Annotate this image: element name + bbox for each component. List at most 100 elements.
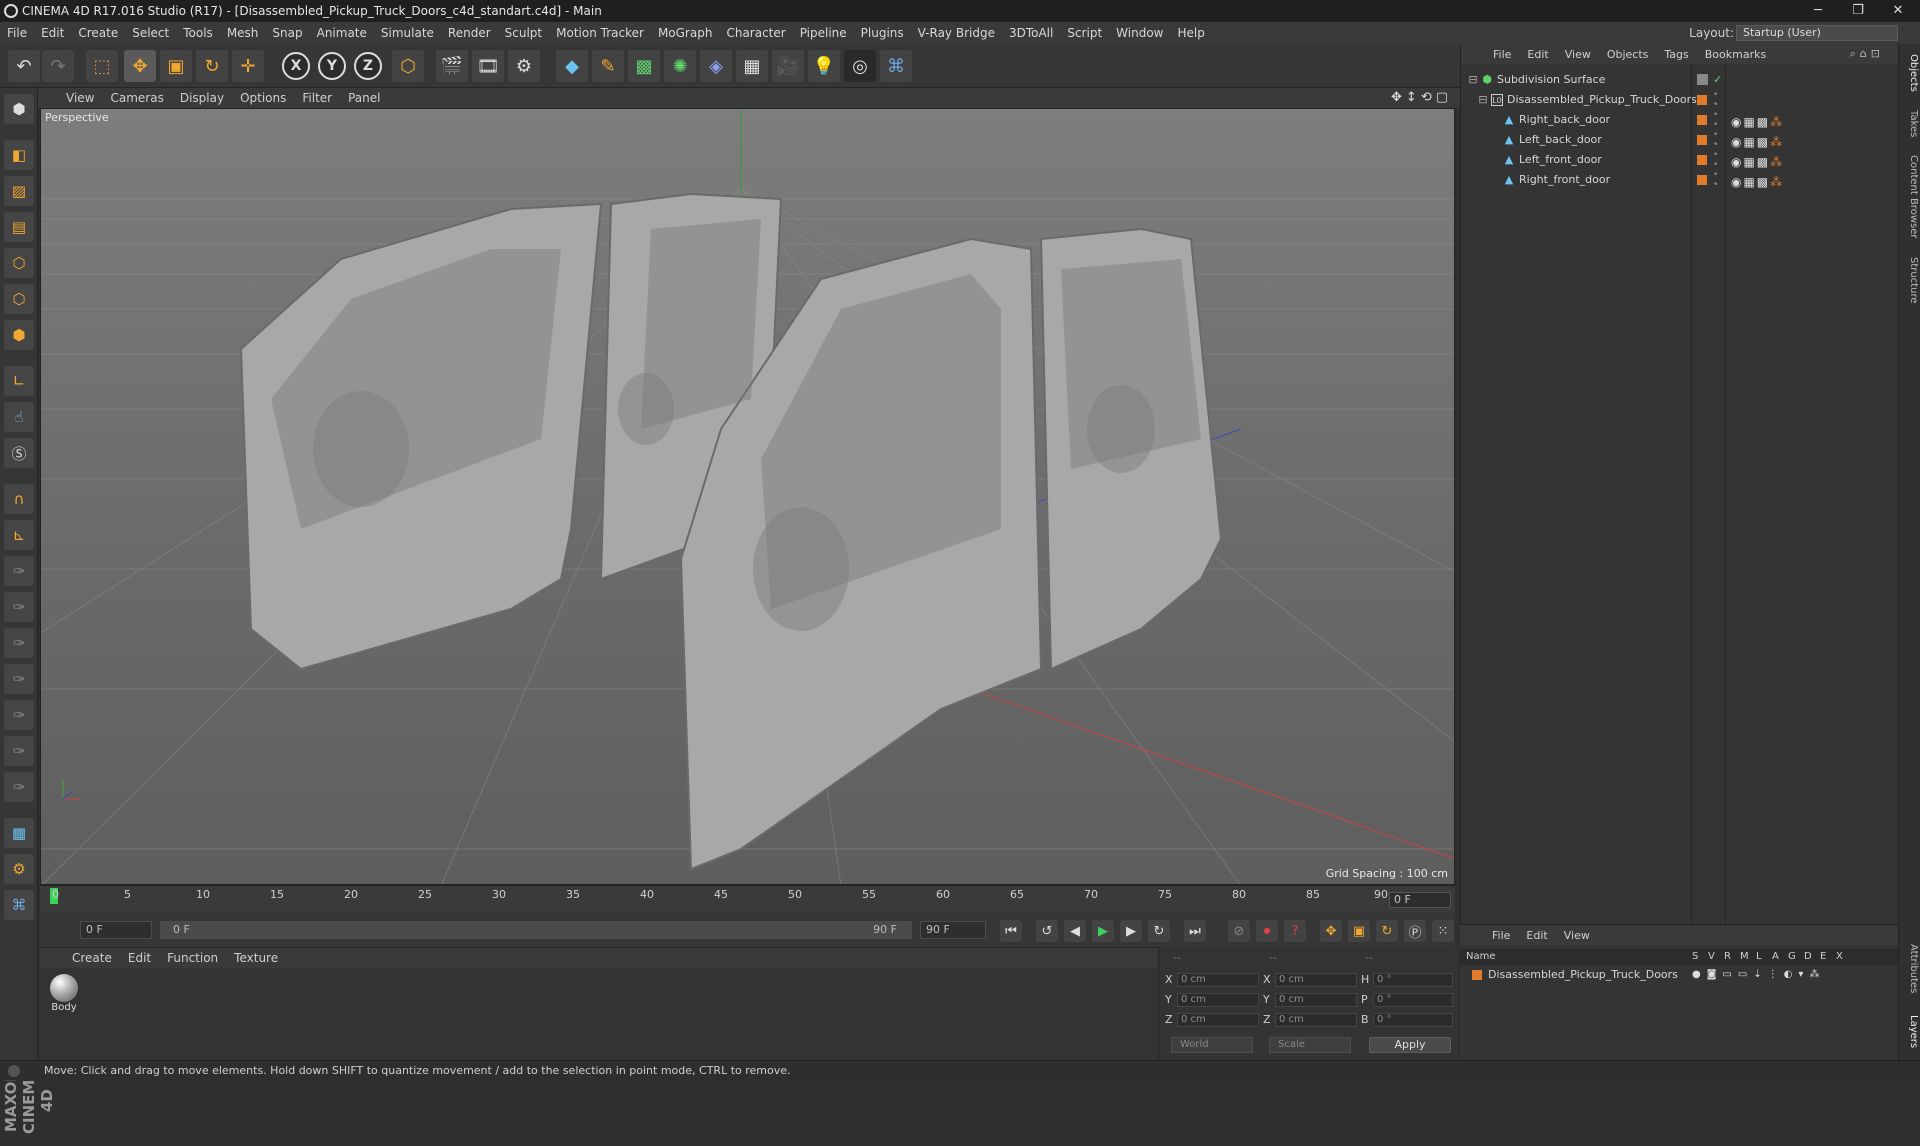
previous-frame-icon[interactable]: ◀ [1064, 920, 1086, 942]
key-parameter-icon[interactable]: Ⓟ [1404, 920, 1426, 942]
edges-mode-icon[interactable]: ⬡ [4, 284, 34, 314]
layer-menu-view[interactable]: View [1556, 926, 1598, 946]
menu-help[interactable]: Help [1170, 22, 1211, 44]
tab-objects[interactable]: Objects [1901, 48, 1919, 98]
viewport-menu-cameras[interactable]: Cameras [102, 88, 171, 108]
object-tags[interactable]: ◉▦▩⁂ [1731, 152, 1784, 169]
redo-icon[interactable]: ↷ [42, 50, 74, 82]
keyframe-mode-icon[interactable]: ⊘ [1228, 920, 1250, 942]
object-row[interactable]: ▲ Right_front_door • • ◉▦▩⁂ [1461, 170, 1899, 190]
menu-simulate[interactable]: Simulate [374, 22, 441, 44]
key-rotation-icon[interactable]: ↻ [1376, 920, 1398, 942]
light-icon[interactable]: 💡 [808, 50, 840, 82]
menu-render[interactable]: Render [441, 22, 498, 44]
menu-tools[interactable]: Tools [176, 22, 220, 44]
rotation-b-field[interactable]: 0 ° [1373, 1013, 1453, 1027]
subdivision-generator-icon[interactable]: ▩ [628, 50, 660, 82]
menu-sculpt[interactable]: Sculpt [498, 22, 549, 44]
play-icon[interactable]: ▶ [1092, 920, 1114, 942]
minimize-button[interactable]: ─ [1798, 0, 1838, 22]
position-y-field[interactable]: 0 cm [1177, 993, 1259, 1007]
object-row[interactable]: ⊟ L0 Disassembled_Pickup_Truck_Doors • • [1461, 90, 1899, 110]
object-row[interactable]: ▲ Left_front_door • • ◉▦▩⁂ [1461, 150, 1899, 170]
layer-color-swatch[interactable] [1472, 970, 1482, 980]
key-pla-icon[interactable]: ⁙ [1432, 920, 1454, 942]
record-keys-icon[interactable]: ⏺ [1256, 920, 1278, 942]
camera-icon[interactable]: 🎥 [772, 50, 804, 82]
object-tags[interactable]: ◉▦▩⁂ [1731, 172, 1784, 189]
om-menu-tags[interactable]: Tags [1656, 45, 1696, 65]
rotation-h-field[interactable]: 0 ° [1373, 973, 1453, 987]
material-menu-edit[interactable]: Edit [120, 948, 159, 968]
texture-mode-icon[interactable]: ▨ [4, 176, 34, 206]
coordinate-space-dropdown[interactable]: World [1171, 1037, 1253, 1053]
maximize-button[interactable]: ❐ [1838, 0, 1878, 22]
live-selection-icon[interactable]: ⬚ [86, 50, 118, 82]
visibility-dots-icon[interactable]: • • [1713, 170, 1718, 190]
render-settings-icon[interactable]: ⚙ [508, 50, 540, 82]
sculpt-flatten-icon[interactable]: ✑ [4, 736, 34, 766]
menu-pipeline[interactable]: Pipeline [793, 22, 854, 44]
go-to-start-icon[interactable]: ⏮ [1000, 920, 1022, 942]
current-frame-field[interactable]: 0 F [1389, 892, 1451, 908]
om-menu-edit[interactable]: Edit [1519, 45, 1556, 65]
collapse-icon[interactable]: ⊟ [1477, 94, 1489, 106]
lock-grid-icon[interactable]: ▦ [4, 818, 34, 848]
layer-color-swatch[interactable] [1697, 135, 1707, 145]
python-script-icon[interactable]: ⌘ [4, 890, 34, 920]
visibility-dots-icon[interactable]: • • [1713, 110, 1718, 130]
sculpt-pinch-icon[interactable]: ✑ [4, 772, 34, 802]
object-row[interactable]: ▲ Right_back_door • • ◉▦▩⁂ [1461, 110, 1899, 130]
workplane-icon[interactable]: ⊾ [4, 520, 34, 550]
om-menu-file[interactable]: File [1485, 45, 1519, 65]
viewport-menu-options[interactable]: Options [232, 88, 294, 108]
visibility-dots-icon[interactable]: • • [1713, 130, 1718, 150]
sculpt-inflate-icon[interactable]: ✑ [4, 700, 34, 730]
menu-plugins[interactable]: Plugins [854, 22, 911, 44]
menu-snap[interactable]: Snap [265, 22, 309, 44]
om-menu-bookmarks[interactable]: Bookmarks [1697, 45, 1774, 65]
layout-dropdown[interactable]: Startup (User) [1736, 25, 1898, 41]
tab-takes[interactable]: Takes [1901, 104, 1919, 144]
undo-icon[interactable]: ↶ [8, 50, 40, 82]
rotation-p-field[interactable]: 0 ° [1373, 993, 1453, 1007]
size-x-field[interactable]: 0 cm [1275, 973, 1357, 987]
layer-flags-icons[interactable]: ●◙▭▭⇣⋮◐▾⁂ [1692, 967, 1825, 983]
polygons-mode-icon[interactable]: ⬢ [4, 320, 34, 350]
tab-structure[interactable]: Structure [1901, 250, 1919, 310]
move-tool-icon[interactable]: ✥ [124, 50, 156, 82]
om-menu-objects[interactable]: Objects [1599, 45, 1657, 65]
object-tags[interactable]: ◉▦▩⁂ [1731, 132, 1784, 149]
object-row[interactable]: ▲ Left_back_door • • ◉▦▩⁂ [1461, 130, 1899, 150]
timeline-ruler[interactable]: 0 5 10 15 20 25 30 35 40 45 50 55 60 65 … [40, 885, 1455, 913]
object-row[interactable]: ⊟ ⬢ Subdivision Surface ✓ [1461, 70, 1899, 90]
cube-primitive-icon[interactable]: ◆ [556, 50, 588, 82]
render-picture-viewer-icon[interactable]: 🎞 [472, 50, 504, 82]
material-menu-function[interactable]: Function [159, 948, 226, 968]
om-menu-view[interactable]: View [1557, 45, 1599, 65]
frame-range-slider[interactable]: 0 F 90 F [160, 921, 912, 939]
viewport-menu-display[interactable]: Display [172, 88, 232, 108]
menu-vray-bridge[interactable]: V-Ray Bridge [911, 22, 1002, 44]
menu-file[interactable]: File [0, 22, 34, 44]
previous-key-icon[interactable]: ↺ [1036, 920, 1058, 942]
menu-window[interactable]: Window [1109, 22, 1170, 44]
coordinate-system-icon[interactable]: ⬡ [392, 50, 424, 82]
pen-spline-icon[interactable]: ✎ [592, 50, 624, 82]
object-tags[interactable]: ◉▦▩⁂ [1731, 112, 1784, 129]
size-mode-dropdown[interactable]: Scale [1269, 1037, 1351, 1053]
enabled-check-icon[interactable]: ✓ [1713, 70, 1722, 90]
viewport-navigation-icons[interactable]: ✥↕⟲▢ [1391, 88, 1452, 108]
deformer-icon[interactable]: ◈ [700, 50, 732, 82]
points-mode-icon[interactable]: ⬡ [4, 248, 34, 278]
scale-tool-icon[interactable]: ▣ [160, 50, 192, 82]
key-scale-icon[interactable]: ▣ [1348, 920, 1370, 942]
apply-button[interactable]: Apply [1369, 1037, 1451, 1053]
om-search-icon[interactable]: ⌕⌂⊡ [1842, 44, 1892, 64]
position-x-field[interactable]: 0 cm [1177, 973, 1259, 987]
sculpt-brush-icon[interactable]: ✑ [4, 556, 34, 586]
menu-select[interactable]: Select [125, 22, 176, 44]
tab-layers[interactable]: Layers [1901, 1010, 1919, 1054]
enable-toggle-icon[interactable] [1697, 74, 1708, 85]
key-position-icon[interactable]: ✥ [1320, 920, 1342, 942]
